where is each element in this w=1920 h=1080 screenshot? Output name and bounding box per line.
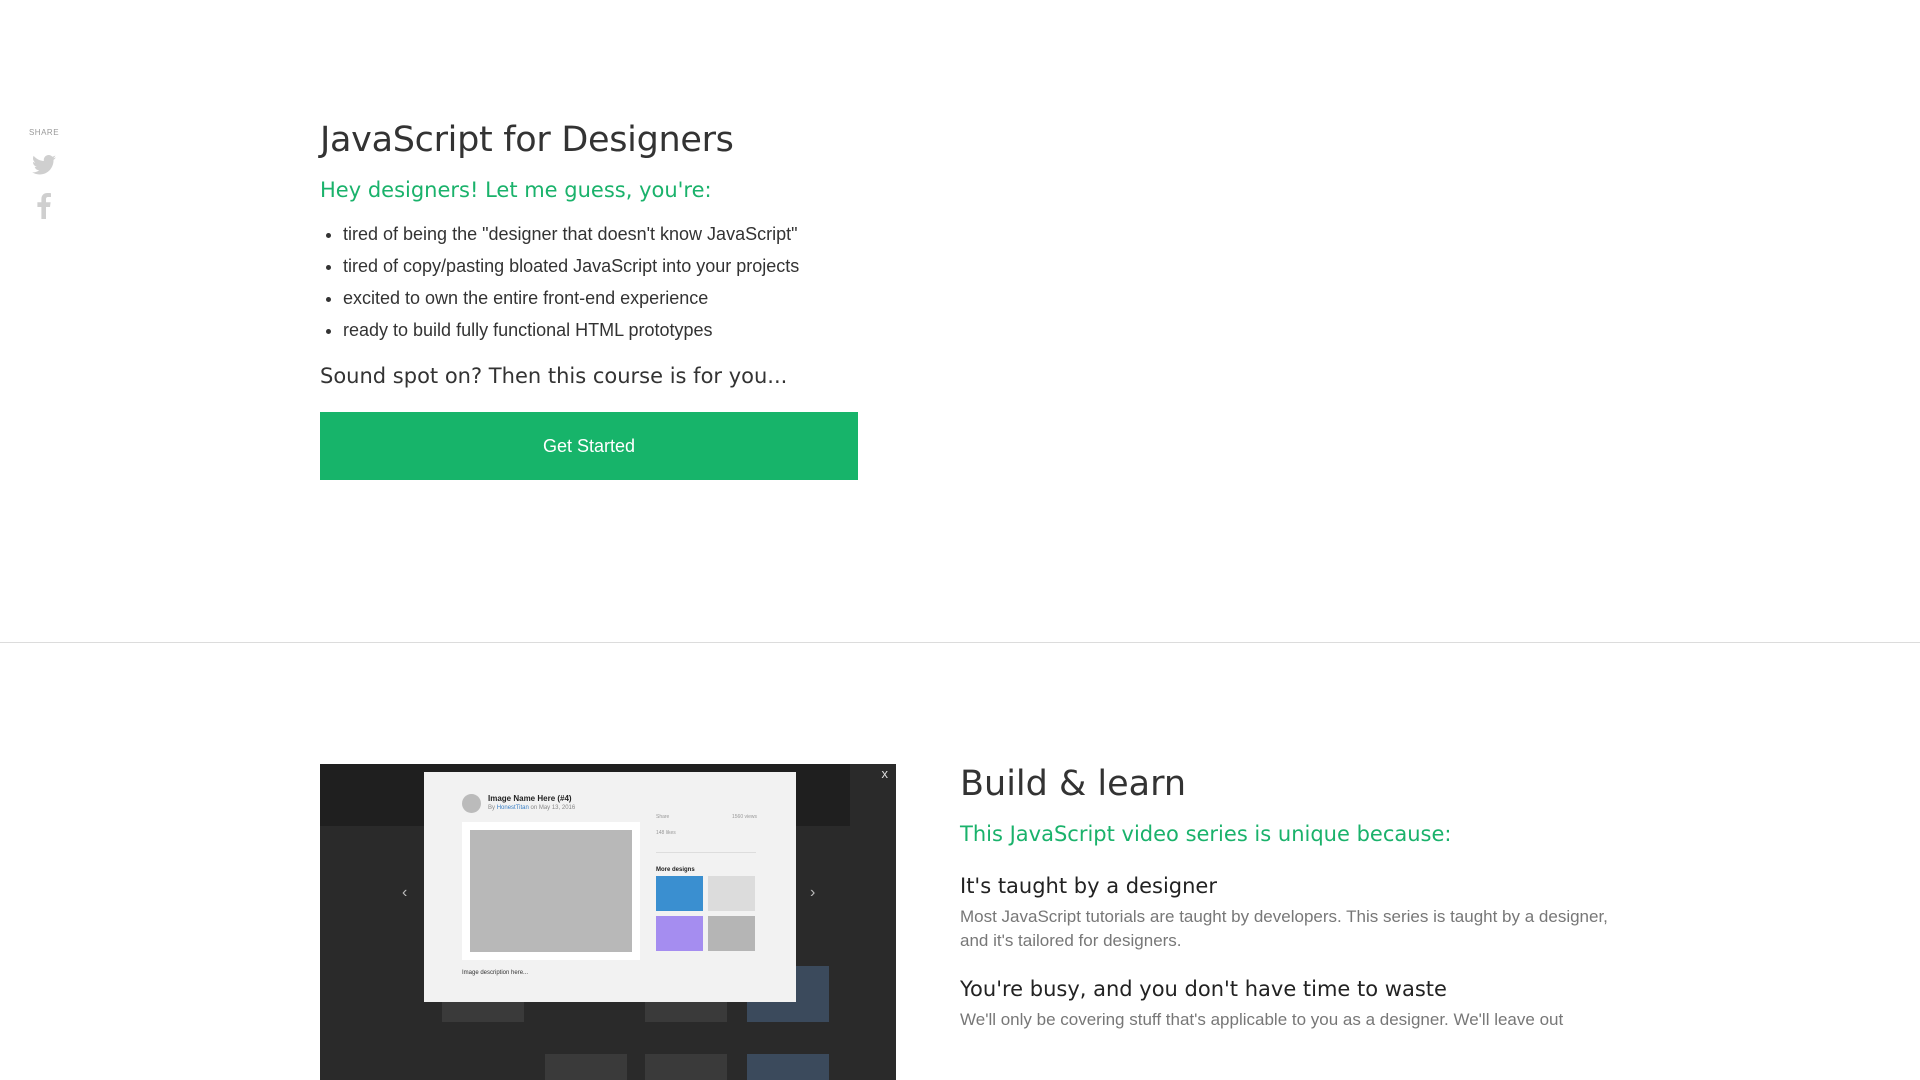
preview-modal: Image Name Here (#4) By HonestTitan on M… [424,772,796,1002]
get-started-button[interactable]: Get Started [320,412,858,480]
feature-point-heading: You're busy, and you don't have time to … [960,977,1447,1001]
modal-views: 1560 views [732,814,758,820]
avatar [462,794,481,813]
modal-image-placeholder [470,830,632,952]
list-item: tired of copy/pasting bloated JavaScript… [343,250,940,282]
facebook-icon[interactable] [37,193,51,219]
feature-point: It's taught by a designer Most JavaScrip… [960,874,1620,953]
modal-image-description: Image description here... [462,970,529,976]
section-title: Build & learn [960,764,1187,804]
list-item: ready to build fully functional HTML pro… [343,314,940,346]
hero-subtitle: Hey designers! Let me guess, you're: [320,178,712,202]
background-tile [645,1054,727,1080]
modal-separator [656,852,756,853]
modal-image-frame [462,822,640,960]
course-preview-image: x ‹ › Image Name Here (#4) By HonestTita… [320,764,896,1080]
share-label: SHARE [28,128,60,137]
modal-likes: 148 likes [656,830,676,836]
design-thumbnail [656,916,703,951]
modal-more-designs: More designs [656,867,695,873]
list-item: tired of being the "designer that doesn'… [343,218,940,250]
chevron-left-icon: ‹ [402,884,408,901]
feature-point: You're busy, and you don't have time to … [960,977,1620,1032]
feature-point-body: Most JavaScript tutorials are taught by … [960,907,1608,950]
section-subtitle: This JavaScript video series is unique b… [960,822,1452,846]
share-rail: SHARE [22,128,66,219]
list-item: excited to own the entire front-end expe… [343,282,940,314]
twitter-icon[interactable] [32,155,56,175]
hero-lead: Sound spot on? Then this course is for y… [320,364,788,388]
background-tile [545,1054,627,1080]
build-learn-section: Build & learn This JavaScript video seri… [960,764,1620,1032]
background-tile [747,1054,829,1080]
feature-point-body: We'll only be covering stuff that's appl… [960,1010,1564,1029]
modal-share: Share [656,814,670,820]
feature-point-heading: It's taught by a designer [960,874,1217,898]
design-thumbnail [708,876,755,911]
section-divider [0,642,1920,643]
modal-image-title: Image Name Here (#4) [488,794,572,803]
close-icon: x [881,766,889,781]
byline-prefix: By [488,805,496,811]
design-thumbnail [708,916,755,951]
design-thumbnail [656,876,703,911]
byline-date: on May 13, 2016 [530,805,576,811]
chevron-right-icon: › [810,884,816,901]
page-title: JavaScript for Designers [320,120,734,160]
modal-byline: By HonestTitan on May 13, 2016 [488,805,575,811]
byline-author: HonestTitan [496,805,529,811]
pain-points-list: tired of being the "designer that doesn'… [320,218,940,346]
hero-section: JavaScript for Designers Hey designers! … [320,120,940,480]
